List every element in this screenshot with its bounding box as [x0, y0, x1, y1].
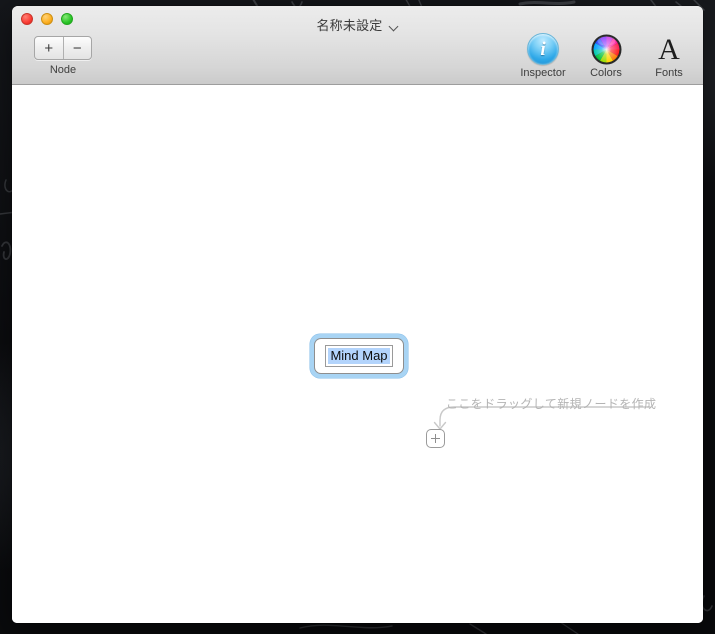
- inspector-label: Inspector: [520, 67, 566, 79]
- fonts-icon: A: [658, 33, 680, 66]
- app-window: 名称未設定 + − Node i Inspector Colors A Font…: [12, 6, 703, 623]
- inspector-button[interactable]: i Inspector: [517, 32, 569, 79]
- drag-hint-text: ここをドラッグして新規ノードを作成: [446, 397, 657, 411]
- colors-button[interactable]: Colors: [580, 32, 632, 79]
- toolbar-right-group: i Inspector Colors A Fonts: [517, 32, 695, 79]
- page-title: 名称未設定: [316, 18, 383, 33]
- colors-icon: [580, 32, 632, 66]
- toolbar-node-group: + − Node: [34, 36, 92, 76]
- remove-node-button[interactable]: −: [64, 37, 92, 59]
- chevron-down-icon[interactable]: [390, 23, 399, 29]
- node-text-value: Mind Map: [328, 348, 390, 364]
- close-button[interactable]: [21, 13, 33, 25]
- window-controls: [21, 13, 73, 25]
- node-segmented-control: + −: [34, 36, 92, 60]
- fonts-label: Fonts: [655, 67, 683, 79]
- minimize-button[interactable]: [41, 13, 53, 25]
- add-node-button[interactable]: +: [35, 37, 64, 59]
- mindmap-node[interactable]: Mind Map: [310, 334, 408, 378]
- node-box[interactable]: Mind Map: [314, 338, 404, 374]
- window-titlebar: 名称未設定 + − Node i Inspector Colors A Font…: [12, 6, 703, 85]
- mindmap-canvas[interactable]: ここをドラッグして新規ノードを作成 Mind Map: [12, 85, 703, 623]
- node-group-label: Node: [49, 64, 77, 76]
- zoom-button[interactable]: [61, 13, 73, 25]
- fonts-button[interactable]: A Fonts: [643, 32, 695, 80]
- inspector-icon: i: [517, 32, 569, 66]
- plus-icon[interactable]: [426, 429, 445, 448]
- node-text-input[interactable]: Mind Map: [325, 345, 393, 367]
- colors-label: Colors: [590, 67, 622, 79]
